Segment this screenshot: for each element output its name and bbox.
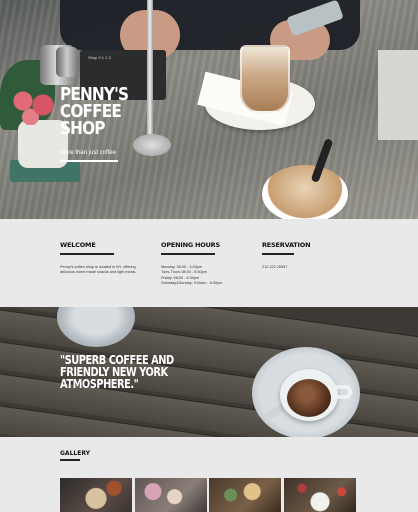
info-section: WELCOME Penny's coffee shop is located i… [0,219,418,307]
hero-tablet-text: Shop 0 1 1 3 [88,55,111,60]
gallery-heading-bar [60,459,80,461]
reservation-heading: RESERVATION [262,241,311,249]
hours-column: OPENING HOURS Monday: 08:00 - 4:00pm Tue… [161,241,261,286]
hours-heading-bar [161,253,215,255]
quote-coffee [287,379,331,417]
hero-section: Shop 0 1 1 3 PENNY'S COFFEE SHOP More th… [0,0,418,219]
testimonial-quote: "SUPERB COFFEE AND FRIENDLY NEW YORK ATM… [60,353,174,391]
gallery-heading: GALLERY [60,450,90,457]
quote-cup-handle [330,385,352,399]
welcome-text: Penny's coffee shop is located in NY, of… [60,265,137,275]
hero-flowers [8,85,58,125]
welcome-heading: WELCOME [60,241,96,249]
hours-line: Saturday&Sunday: 9:00am - 6:30pm [161,280,223,285]
hero-latte-glass [240,45,290,113]
gallery-thumb[interactable] [209,478,281,512]
hero-shaker-jar-small [56,47,78,77]
site-subtitle: More than just coffee [60,150,116,156]
reservation-phone[interactable]: 212 222 26597 [262,265,362,270]
gallery-thumb[interactable] [284,478,356,512]
hero-coffee-cup [262,165,348,219]
hero-underline [60,160,118,162]
hours-heading: OPENING HOURS [161,241,220,249]
gallery-thumb[interactable] [60,478,132,512]
quote-section: "SUPERB COFFEE AND FRIENDLY NEW YORK ATM… [0,307,418,437]
gallery-section: GALLERY [0,437,418,512]
reservation-column: RESERVATION 212 222 26597 [262,241,362,270]
hero-side-object [378,50,418,140]
reservation-heading-bar [262,253,294,255]
hero-table-pole-base [133,134,171,156]
site-title: PENNY'S COFFEE SHOP [60,84,129,139]
welcome-column: WELCOME Penny's coffee shop is located i… [60,241,160,276]
welcome-heading-bar [60,253,114,255]
gallery-thumb[interactable] [135,478,207,512]
